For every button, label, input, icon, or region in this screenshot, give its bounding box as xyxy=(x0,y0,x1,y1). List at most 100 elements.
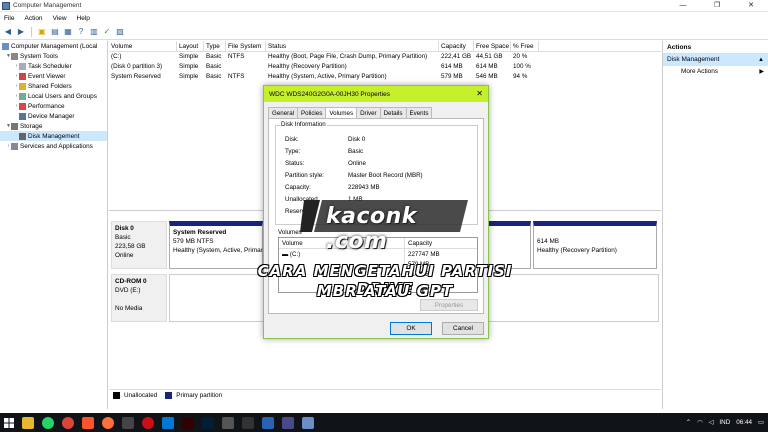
tab-events[interactable]: Events xyxy=(405,107,433,118)
terminal-icon[interactable] xyxy=(242,416,254,429)
opera-icon[interactable] xyxy=(142,416,154,429)
close-button[interactable]: ✕ xyxy=(734,0,768,12)
clock[interactable]: 06:44 xyxy=(736,419,752,426)
dialog-title: WDC WDS240G2G0A-00JH30 Properties xyxy=(269,90,391,98)
whatsapp-icon[interactable] xyxy=(42,416,54,429)
tree-item-device-manager[interactable]: Device Manager xyxy=(0,111,107,121)
volume-icon[interactable]: ◁ xyxy=(709,419,714,426)
volumes-label: Volumes xyxy=(278,229,302,236)
title-bar: Computer Management — ❐ ✕ xyxy=(0,0,768,12)
tree-item-local-users[interactable]: › Local Users and Groups xyxy=(0,91,107,101)
clock-icon xyxy=(19,62,26,70)
dialog-close-icon[interactable]: ✕ xyxy=(476,89,483,98)
disk-icon xyxy=(19,132,26,140)
notification-icon[interactable]: ▭ xyxy=(758,419,764,426)
legend-unallocated: Unallocated xyxy=(124,392,158,399)
tree-item-shared-folders[interactable]: › Shared Folders xyxy=(0,81,107,91)
maximize-button[interactable]: ❐ xyxy=(700,0,734,12)
table-row[interactable]: (C:) Simple Basic NTFS Healthy (Boot, Pa… xyxy=(109,52,661,62)
minimize-button[interactable]: — xyxy=(666,0,700,12)
performance-icon xyxy=(19,102,26,110)
volume-list-header: Volume Layout Type File System Status Ca… xyxy=(109,41,661,52)
actions-more-actions[interactable]: More Actions ▶ xyxy=(663,66,768,78)
mail-icon[interactable] xyxy=(262,416,274,429)
menu-help[interactable]: Help xyxy=(77,15,90,22)
window-title: Computer Management xyxy=(13,2,82,9)
tree-item-task-scheduler[interactable]: › Task Scheduler xyxy=(0,61,107,71)
legend-swatch-primary xyxy=(165,392,173,399)
folder-icon xyxy=(19,82,26,90)
table-row[interactable]: System Reserved Simple Basic NTFS Health… xyxy=(109,72,661,82)
back-arrow-icon[interactable]: ◀ xyxy=(3,27,13,37)
watermark-text: kaconk .com xyxy=(326,204,417,254)
table-row[interactable]: (Disk 0 partition 3) Simple Basic Health… xyxy=(109,62,661,72)
column-volume[interactable]: Volume xyxy=(109,41,177,51)
actions-header: Actions xyxy=(663,41,768,54)
illustrator-icon[interactable] xyxy=(182,416,194,429)
column-percent-free[interactable]: % Free xyxy=(511,41,539,51)
disk-0-label[interactable]: Disk 0 Basic 223,58 GB Online xyxy=(111,221,167,269)
column-layout[interactable]: Layout xyxy=(177,41,204,51)
column-capacity[interactable]: Capacity xyxy=(439,41,474,51)
menu-action[interactable]: Action xyxy=(24,15,42,22)
up-folder-icon[interactable]: ▣ xyxy=(37,27,47,37)
column-status[interactable]: Status xyxy=(266,41,439,51)
menu-view[interactable]: View xyxy=(53,15,67,22)
help-icon[interactable]: ? xyxy=(76,27,86,37)
tab-details[interactable]: Details xyxy=(379,107,407,118)
menu-file[interactable]: File xyxy=(4,15,14,22)
cdrom-0-label[interactable]: CD-ROM 0 DVD (E:) No Media xyxy=(111,274,167,322)
show-hide-tree-icon[interactable]: ▤ xyxy=(50,27,60,37)
partition-recovery[interactable]: 614 MB Healthy (Recovery Partition) xyxy=(533,221,657,269)
actions-disk-management[interactable]: Disk Management ▲ xyxy=(663,54,768,66)
group-title: Disk Information xyxy=(280,121,327,128)
forward-arrow-icon[interactable]: ▶ xyxy=(16,27,26,37)
chevron-up-icon[interactable]: ⌃ xyxy=(686,419,691,426)
language-indicator[interactable]: IND xyxy=(719,419,730,426)
app-icon[interactable] xyxy=(222,416,234,429)
tree-item-services-applications[interactable]: › Services and Applications xyxy=(0,141,107,151)
photoshop-icon[interactable] xyxy=(202,416,214,429)
brave-icon[interactable] xyxy=(82,416,94,429)
tree-item-disk-management[interactable]: Disk Management xyxy=(0,131,107,141)
chrome-icon[interactable] xyxy=(62,416,74,429)
column-type[interactable]: Type xyxy=(204,41,226,51)
folder-icon[interactable] xyxy=(282,416,294,429)
windows-start-icon[interactable] xyxy=(0,413,18,432)
actions-pane: Actions Disk Management ▲ More Actions ▶ xyxy=(662,41,768,409)
file-explorer-icon[interactable] xyxy=(22,416,34,429)
ok-button[interactable]: OK xyxy=(390,322,432,335)
toolbar: ◀ ▶ ▣ ▤ ▦ ? ▥ ✓ ▧ xyxy=(0,24,768,40)
format-icon[interactable]: ▧ xyxy=(115,27,125,37)
tree-item-event-viewer[interactable]: › Event Viewer xyxy=(0,71,107,81)
checkmark-icon[interactable]: ✓ xyxy=(102,27,112,37)
caption-line-2: MBR ATAU GPT xyxy=(316,282,454,300)
tree-item-performance[interactable]: › Performance xyxy=(0,101,107,111)
properties-button[interactable]: Properties xyxy=(420,299,478,311)
column-free-space[interactable]: Free Space xyxy=(474,41,511,51)
wifi-icon[interactable]: ◠ xyxy=(697,419,703,426)
tab-general[interactable]: General xyxy=(268,107,299,118)
legend-swatch-unallocated xyxy=(113,392,120,399)
menu-bar: File Action View Help xyxy=(0,12,768,24)
computer-icon xyxy=(2,42,9,50)
tree-item-system-tools[interactable]: ▼ System Tools xyxy=(0,51,107,61)
computer-management-taskbar-icon[interactable] xyxy=(302,416,314,429)
vscode-icon[interactable] xyxy=(162,416,174,429)
toolbar-divider xyxy=(31,26,32,37)
properties-icon[interactable]: ▦ xyxy=(63,27,73,37)
legend: Unallocated Primary partition xyxy=(109,389,661,401)
firefox-icon[interactable] xyxy=(102,416,114,429)
list-icon[interactable]: ▥ xyxy=(89,27,99,37)
computer-management-icon xyxy=(2,1,10,10)
tab-policies[interactable]: Policies xyxy=(297,107,327,118)
media-icon[interactable] xyxy=(122,416,134,429)
system-tray: ⌃ ◠ ◁ IND 06:44 ▭ xyxy=(686,413,764,432)
cancel-button[interactable]: Cancel xyxy=(442,322,484,335)
drive-icon: ▬ xyxy=(282,251,290,258)
tree-item-computer-management[interactable]: Computer Management (Local xyxy=(0,41,107,51)
tab-driver[interactable]: Driver xyxy=(356,107,381,118)
tree-item-storage[interactable]: ▼ Storage xyxy=(0,121,107,131)
column-file-system[interactable]: File System xyxy=(226,41,266,51)
tools-icon xyxy=(11,52,18,60)
